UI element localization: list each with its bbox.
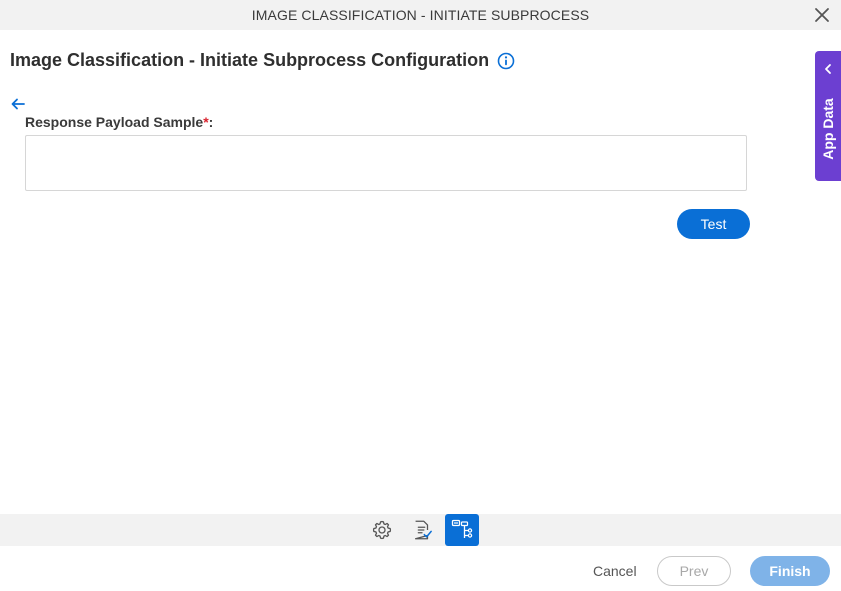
step-subprocess[interactable] [445, 514, 479, 546]
response-payload-label-text: Response Payload Sample [25, 114, 204, 130]
chevron-left-icon [825, 64, 831, 74]
response-payload-label: Response Payload Sample*: [25, 114, 213, 130]
step-document[interactable] [405, 514, 439, 546]
app-data-tab[interactable]: App Data [815, 51, 841, 181]
back-arrow-icon[interactable] [10, 96, 26, 112]
subprocess-icon [451, 519, 473, 538]
dialog-titlebar: IMAGE CLASSIFICATION - INITIATE SUBPROCE… [0, 0, 841, 30]
close-icon[interactable] [813, 6, 831, 24]
label-suffix: : [208, 114, 214, 130]
app-data-label: App Data [820, 98, 836, 160]
document-check-icon [414, 520, 432, 540]
finish-button[interactable]: Finish [750, 556, 830, 586]
dialog-title: IMAGE CLASSIFICATION - INITIATE SUBPROCE… [251, 7, 590, 23]
cancel-button[interactable]: Cancel [593, 563, 637, 579]
response-payload-input[interactable] [25, 135, 747, 191]
gear-icon [372, 520, 392, 540]
step-settings[interactable] [365, 514, 399, 546]
page-title-text: Image Classification - Initiate Subproce… [10, 50, 490, 70]
page-title: Image Classification - Initiate Subproce… [10, 50, 515, 71]
prev-button[interactable]: Prev [657, 556, 731, 586]
test-button[interactable]: Test [677, 209, 750, 239]
info-icon[interactable] [497, 52, 515, 70]
